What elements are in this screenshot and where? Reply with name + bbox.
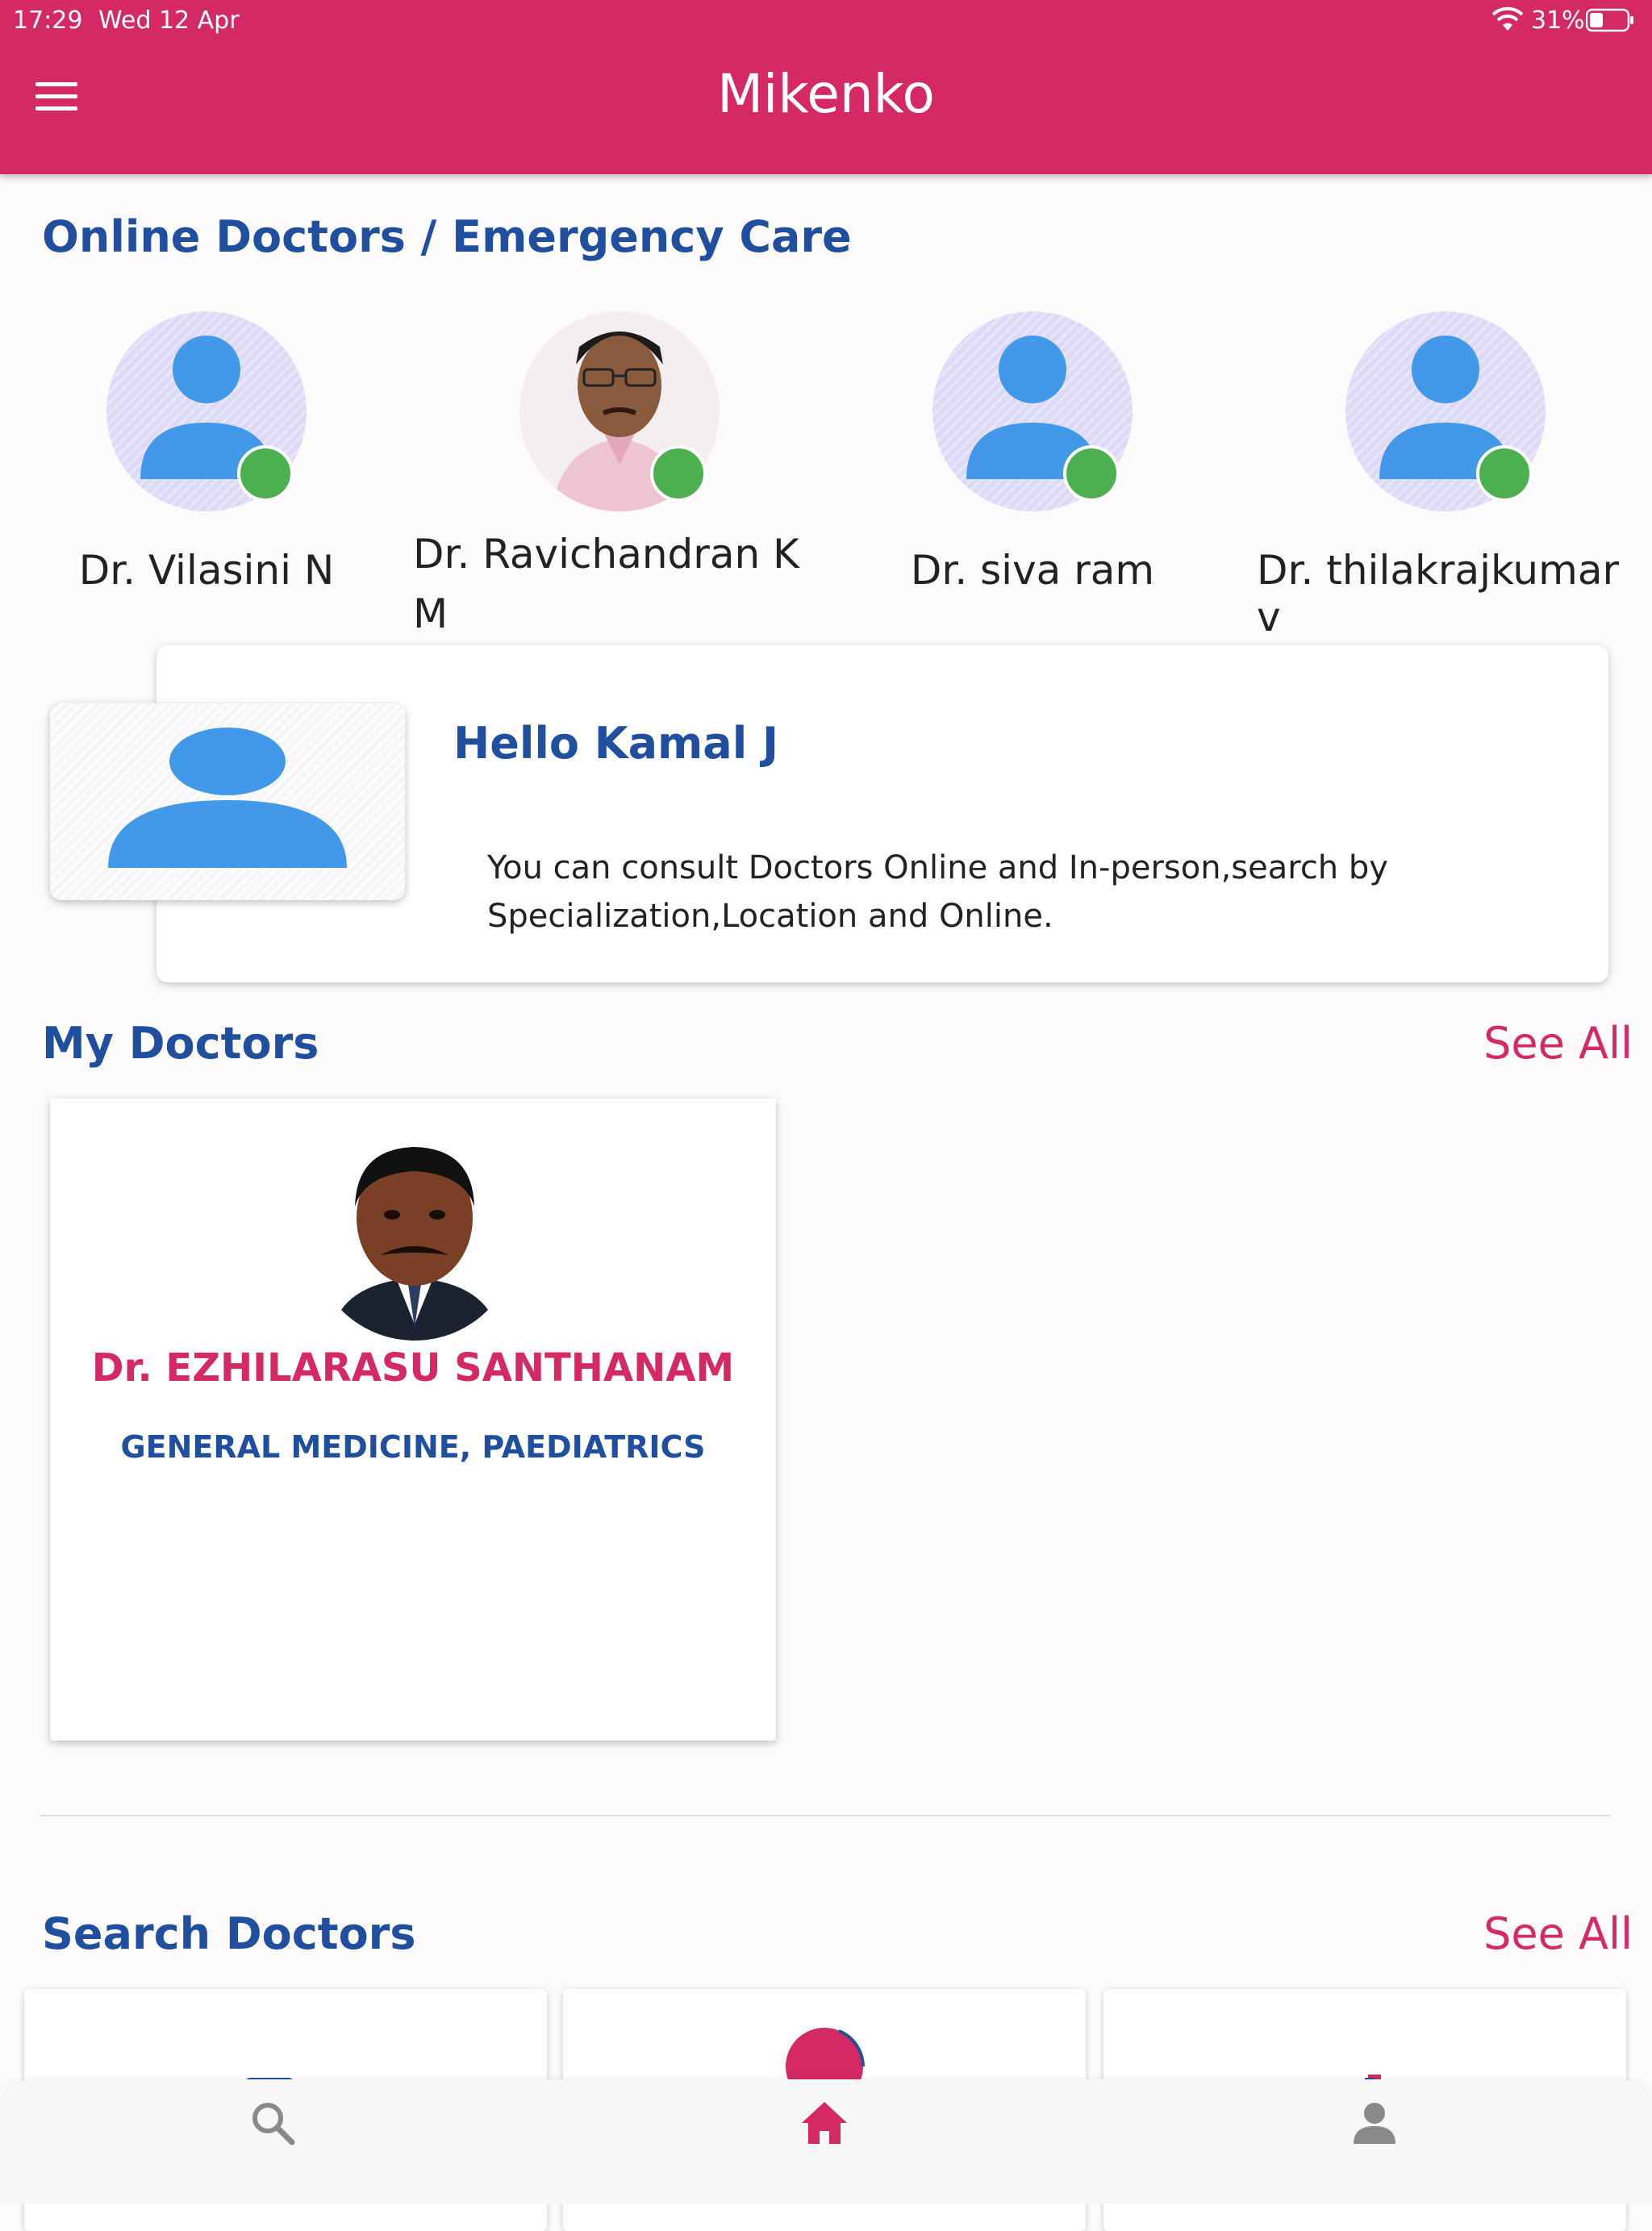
online-status-dot [1476,445,1533,502]
status-date: Wed 12 Apr [98,6,240,35]
my-doctor-specialization: GENERAL MEDICINE, PAEDIATRICS [120,1429,706,1465]
doctor-name[interactable]: Dr. Vilasini N [45,547,368,594]
home-icon[interactable] [799,2097,850,2149]
doctor-photo [311,1134,518,1341]
wifi-icon [1491,6,1524,31]
search-icon[interactable] [247,2097,298,2149]
person-icon[interactable] [1349,2097,1400,2149]
online-status-dot [650,445,707,502]
doctor-name[interactable]: Dr. thilakrajkumar v [1250,547,1644,640]
hello-greeting: Hello Kamal J [453,718,779,769]
doctor-portrait-icon [331,1147,499,1341]
person-icon [108,728,347,868]
hello-message: You can consult Doctors Online and In-pe… [487,849,1388,935]
battery-percentage: 31% [1531,6,1585,35]
search-doctors-title: Search Doctors [42,1908,416,1959]
my-doctor-name: Dr. EZHILARASU SANTHANAM [91,1345,735,1391]
online-status-dot [237,445,294,502]
battery-icon [1586,8,1633,32]
app-title: Mikenko [717,63,935,125]
online-doctors-title: Online Doctors / Emergency Care [42,211,852,262]
status-time: 17:29 [13,6,83,35]
user-avatar[interactable] [50,703,405,900]
doctor-name[interactable]: Dr. Ravichandran K M [413,524,800,644]
my-doctors-title: My Doctors [42,1018,319,1069]
section-divider [40,1815,1610,1816]
online-status-dot [1063,445,1120,502]
my-doctors-see-all-link[interactable]: See All [1483,1018,1633,1069]
doctor-name[interactable]: Dr. siva ram [871,547,1194,594]
search-doctors-see-all-link[interactable]: See All [1483,1908,1633,1959]
